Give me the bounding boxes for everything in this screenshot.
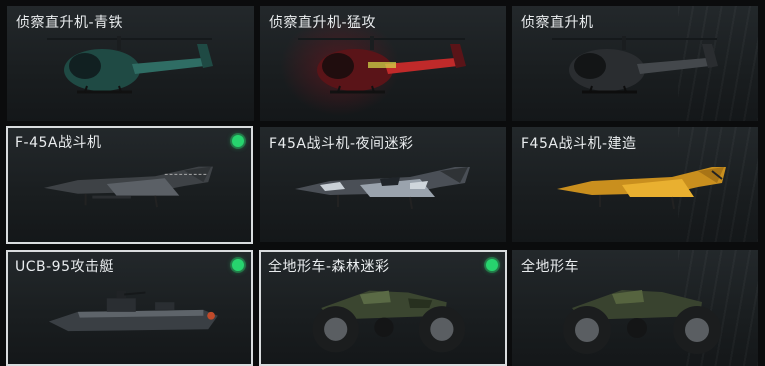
vehicle-title: 全地形车-森林迷彩	[268, 259, 390, 275]
vehicle-title: F45A战斗机-建造	[521, 136, 637, 152]
vehicle-card-f45a-jet[interactable]: F-45A战斗机	[6, 126, 253, 244]
vehicle-card-helicopter-assault[interactable]: 侦察直升机-猛攻	[260, 6, 506, 121]
equipped-indicator-icon	[232, 135, 244, 147]
vehicle-title: 侦察直升机	[521, 15, 594, 31]
helicopter-assault-graphic	[298, 36, 466, 94]
atv-forest-camo-graphic	[312, 290, 466, 353]
jet-night-camo-graphic	[295, 167, 470, 210]
vehicle-title: F45A战斗机-夜间迷彩	[269, 136, 414, 152]
boat-graphic	[48, 290, 218, 332]
vehicle-card-helicopter[interactable]: 侦察直升机	[512, 6, 758, 121]
jet-gray-graphic	[44, 166, 214, 208]
vehicle-card-atv-forest-camo[interactable]: 全地形车-森林迷彩	[259, 250, 507, 366]
vehicle-card-ucb95-boat[interactable]: UCB-95攻击艇	[6, 250, 253, 366]
vehicle-title: 侦察直升机-猛攻	[269, 15, 377, 31]
vehicle-title: 全地形车	[521, 259, 579, 275]
vehicle-card-atv[interactable]: 全地形车	[512, 250, 758, 366]
vehicle-card-f45a-night-camo[interactable]: F45A战斗机-夜间迷彩	[260, 127, 506, 242]
helicopter-teal-graphic	[47, 36, 213, 94]
vehicle-title: F-45A战斗机	[15, 135, 102, 151]
vehicle-card-helicopter-teal[interactable]: 侦察直升机-青铁	[7, 6, 254, 121]
helicopter-default-graphic	[552, 36, 718, 94]
equipped-indicator-icon	[486, 259, 498, 271]
vehicle-card-f45a-construction[interactable]: F45A战斗机-建造	[512, 127, 758, 242]
jet-construction-graphic	[557, 167, 726, 210]
vehicle-title: 侦察直升机-青铁	[16, 15, 124, 31]
atv-default-graphic	[563, 290, 721, 354]
equipped-indicator-icon	[232, 259, 244, 271]
vehicle-skin-grid: 侦察直升机-青铁 侦察直升机-猛攻 侦察直升机 F-45A战斗机 F45A战斗机…	[0, 0, 765, 366]
vehicle-title: UCB-95攻击艇	[15, 259, 114, 275]
